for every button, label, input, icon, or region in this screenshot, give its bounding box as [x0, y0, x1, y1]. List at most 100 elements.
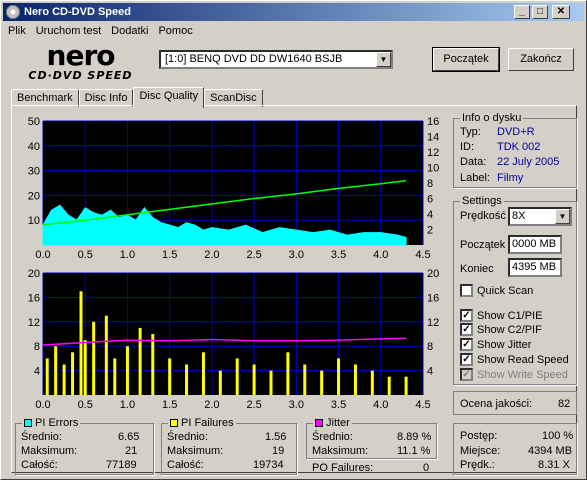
pi-failures-total-label: Całość: [167, 459, 204, 471]
pi-failures-max-label: Maksimum: [167, 445, 224, 457]
x-tick-label: 4.5 [415, 399, 430, 411]
jitter-caption: Jitter [326, 417, 350, 429]
x-tick-label: 3.5 [331, 399, 346, 411]
end-mb-label: Koniec [460, 263, 494, 275]
chevron-down-icon[interactable]: ▼ [555, 209, 570, 224]
speed-select-value: 8X [512, 210, 526, 222]
y-tick-label: 12 [28, 317, 40, 329]
tab-disc-quality[interactable]: Disc Quality [133, 87, 205, 108]
x-tick-label: 0.5 [78, 399, 93, 411]
series-bar [45, 358, 49, 395]
disc-id-value: TDK 002 [497, 141, 541, 153]
pi-errors-max-value: 21 [125, 445, 138, 457]
exit-button[interactable]: Zakończ [508, 48, 574, 71]
series-bar [387, 376, 391, 395]
jitter-avg-value: 8.89 % [397, 431, 432, 443]
y2-tick-label: 10 [427, 163, 439, 175]
pi-errors-total-value: 77189 [106, 459, 137, 471]
chevron-down-icon[interactable]: ▼ [376, 52, 391, 67]
disc-type-label: Typ: [460, 126, 481, 138]
series-bar [303, 364, 307, 395]
jitter-swatch [315, 419, 323, 427]
settings-caption: Settings [460, 195, 504, 207]
series-bar [138, 327, 142, 395]
y2-tick-label: 16 [427, 116, 439, 128]
jitter-caption-wrap: Jitter [313, 417, 352, 429]
show-write-speed-checkbox: ✓ Show Write Speed [460, 368, 568, 381]
jitter-max-label: Maksimum: [312, 445, 369, 457]
show-write-speed-label: Show Write Speed [477, 368, 568, 381]
speed-readout-value: 8.31 X [538, 459, 570, 471]
x-tick-label: 0.5 [78, 249, 93, 261]
disc-type-value: DVD+R [497, 126, 535, 138]
y2-tick-label: 8 [427, 341, 433, 353]
quick-scan-checkbox[interactable]: Quick Scan [460, 284, 533, 297]
series-bar [62, 364, 66, 395]
progress-value: 100 % [542, 430, 574, 442]
pi-failures-total-value: 19734 [253, 459, 284, 471]
menu-extras[interactable]: Dodatki [106, 25, 153, 37]
pi-failures-max-value: 19 [272, 445, 285, 457]
pi-failures-chart: 4 8 12 16 20 4 8 12 16 20 0.0 0.5 1.0 1.5 2.0 2.5 3.0 3.5… [28, 268, 440, 411]
logo-brand: nero [46, 39, 116, 72]
show-read-speed-checkbox[interactable]: ✓ Show Read Speed [460, 353, 569, 366]
menu-run-test[interactable]: Uruchom test [31, 25, 106, 37]
y2-tick-label: 12 [427, 317, 439, 329]
logo-subtitle: CD·DVD SPEED [28, 69, 133, 82]
series-bar [104, 315, 108, 395]
x-tick-label: 3.0 [289, 249, 304, 261]
speed-select[interactable]: 8X ▼ [508, 207, 572, 226]
pi-errors-caption-wrap: PI Errors [22, 417, 81, 429]
minimize-button[interactable]: _ [514, 5, 530, 19]
close-button[interactable]: ✕ [552, 5, 570, 19]
pi-failures-avg-label: Średnio: [167, 431, 208, 443]
pi-failures-swatch [170, 419, 178, 427]
x-tick-label: 0.0 [35, 249, 50, 261]
series-bar [404, 376, 408, 395]
show-c2-pif-checkbox[interactable]: ✓ Show C2/PIF [460, 323, 542, 336]
quality-score-label: Ocena jakości: [460, 398, 533, 410]
main-window: Nero CD-DVD Speed _ □ ✕ Plik Uruchom tes… [0, 0, 587, 480]
x-tick-label: 1.5 [162, 249, 177, 261]
checkmark-icon[interactable]: ✓ [460, 309, 473, 322]
start-mb-input[interactable]: 0000 MB [508, 235, 562, 254]
show-jitter-checkbox[interactable]: ✓ Show Jitter [460, 338, 531, 351]
disc-date-value: 22 July 2005 [497, 156, 560, 168]
y2-tick-label: 2 [427, 225, 433, 237]
title-bar[interactable]: Nero CD-DVD Speed _ □ ✕ [3, 3, 584, 21]
maximize-button[interactable]: □ [532, 5, 548, 19]
series-bar [269, 370, 273, 395]
pi-failures-caption-wrap: PI Failures [168, 417, 236, 429]
disc-label-label: Label: [460, 172, 490, 184]
series-bar [252, 364, 256, 395]
quality-score-value: 82 [558, 398, 571, 410]
x-tick-label: 4.0 [373, 249, 388, 261]
x-tick-label: 3.0 [289, 399, 304, 411]
nero-logo: nero CD·DVD SPEED [13, 39, 148, 83]
x-tick-label: 4.0 [373, 399, 388, 411]
checkmark-icon[interactable]: ✓ [460, 338, 473, 351]
quick-scan-label: Quick Scan [477, 284, 534, 297]
series-bar [370, 370, 374, 395]
end-mb-input[interactable]: 4395 MB [508, 258, 562, 277]
show-c2-pif-label: Show C2/PIF [477, 323, 542, 336]
start-button[interactable]: Początek [432, 47, 500, 72]
x-tick-label: 3.5 [331, 249, 346, 261]
jitter-max-value: 11.1 % [397, 445, 431, 457]
x-tick-label: 2.5 [246, 399, 261, 411]
x-tick-label: 0.0 [35, 399, 50, 411]
menu-file[interactable]: Plik [3, 25, 31, 37]
pi-failures-caption: PI Failures [181, 417, 234, 429]
show-c1-pie-checkbox[interactable]: ✓ Show C1/PIE [460, 309, 542, 322]
drive-select[interactable]: [1:0] BENQ DVD DD DW1640 BSJB ▼ [159, 50, 393, 69]
show-c1-pie-label: Show C1/PIE [477, 309, 543, 322]
plot-area [43, 273, 423, 395]
checkmark-icon[interactable]: ✓ [460, 353, 473, 366]
checkbox-box[interactable] [460, 284, 473, 297]
checkmark-icon[interactable]: ✓ [460, 323, 473, 336]
y2-tick-label: 4 [427, 366, 433, 378]
cd-icon [6, 5, 20, 19]
x-tick-label: 2.5 [246, 249, 261, 261]
pi-failures-avg-value: 1.56 [265, 431, 287, 443]
menu-help[interactable]: Pomoc [153, 25, 197, 37]
